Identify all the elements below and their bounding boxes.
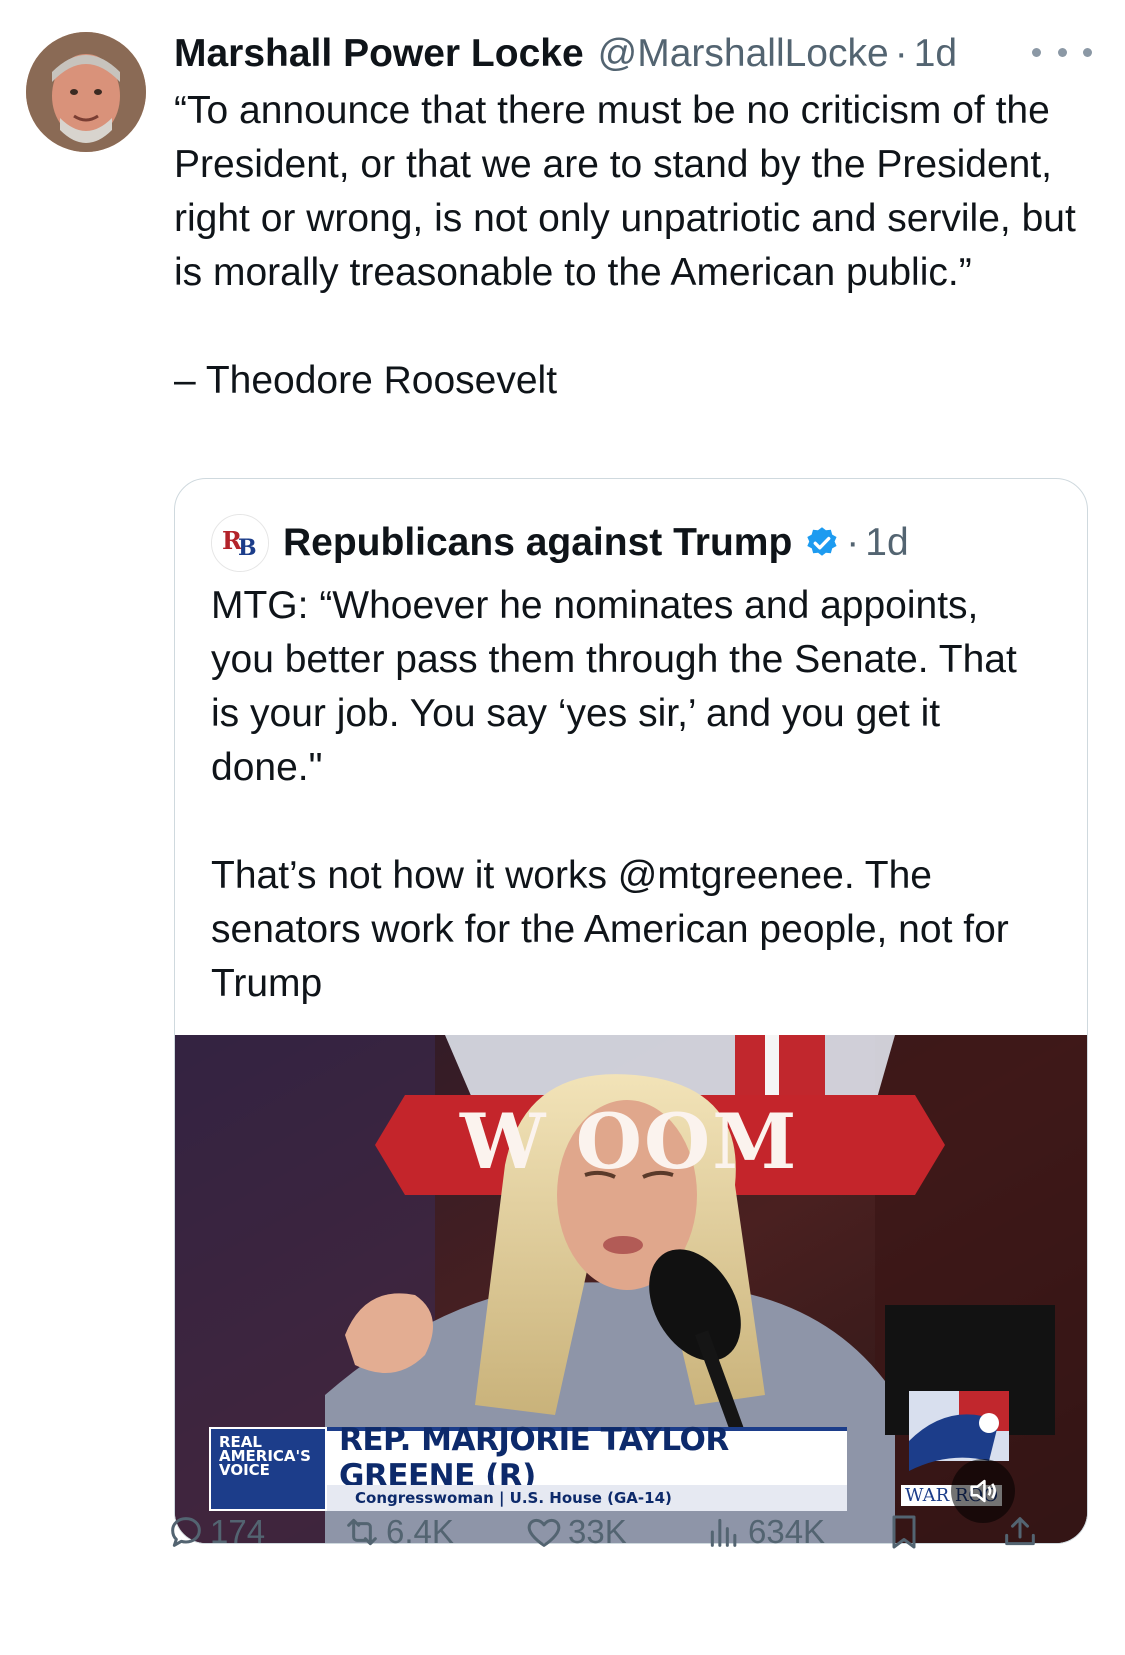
quoted-text: MTG: “Whoever he nominates and appoints,… [211,584,1017,1005]
svg-text:B: B [238,535,257,561]
reply-count: 174 [210,1513,266,1550]
author-handle[interactable]: @MarshallLocke [598,32,889,76]
like-button[interactable]: 33K [524,1504,627,1560]
repost-count: 6.4K [386,1513,454,1550]
bookmark-icon [892,1515,916,1549]
share-button[interactable] [1000,1504,1044,1560]
chyron-name: REP. MARJORIE TAYLOR GREENE (R) [339,1422,729,1494]
repost-button[interactable]: 6.4K [342,1504,454,1560]
views-button[interactable]: 634K [704,1504,825,1560]
reply-icon [171,1517,201,1547]
view-count: 634K [748,1513,826,1550]
quoted-time[interactable]: 1d [865,521,908,565]
tweet-time[interactable]: 1d [914,32,957,76]
quoted-avatar[interactable]: R B [211,514,269,572]
reply-button[interactable]: 174 [166,1504,265,1560]
tweet-text: “To announce that there must be no criti… [174,89,1076,402]
quoted-time-separator: · [846,521,860,564]
heart-icon [527,1518,561,1547]
bookmark-button[interactable] [884,1504,928,1560]
analytics-icon [710,1518,737,1547]
author-avatar[interactable] [26,32,146,152]
network-logo: REAL AMERICA'S VOICE [209,1427,327,1511]
author-name[interactable]: Marshall Power Locke [174,32,584,76]
quoted-tweet[interactable]: R B Republicans against Trump · 1d MTG: … [174,478,1088,1544]
chyron-name-bar: REP. MARJORIE TAYLOR GREENE (R) [327,1422,847,1494]
separator-dot: · [894,32,908,75]
speaker-muted-icon [970,1479,996,1503]
verified-badge-icon [807,527,837,556]
like-count: 33K [568,1513,627,1550]
background-sign-text: W OOM [460,1097,799,1186]
news-chyron: REAL AMERICA'S VOICE REP. MARJORIE TAYLO… [209,1391,1047,1511]
repost-icon [347,1518,377,1546]
tweet-header: Marshall Power Locke @MarshallLocke · 1d [174,26,1094,82]
quoted-author-name[interactable]: Republicans against Trump [283,521,792,565]
action-bar: 174 6.4K 33K 634K [166,1504,1046,1560]
share-icon [1005,1517,1035,1546]
video-player[interactable]: W OOM REAL AMERICA'S VOICE REP. MARJORIE… [175,1035,1087,1543]
quoted-header: R B Republicans against Trump · 1d [211,513,909,573]
more-options-icon[interactable] [1032,42,1092,62]
network-logo-text: REAL AMERICA'S VOICE [219,1433,311,1479]
